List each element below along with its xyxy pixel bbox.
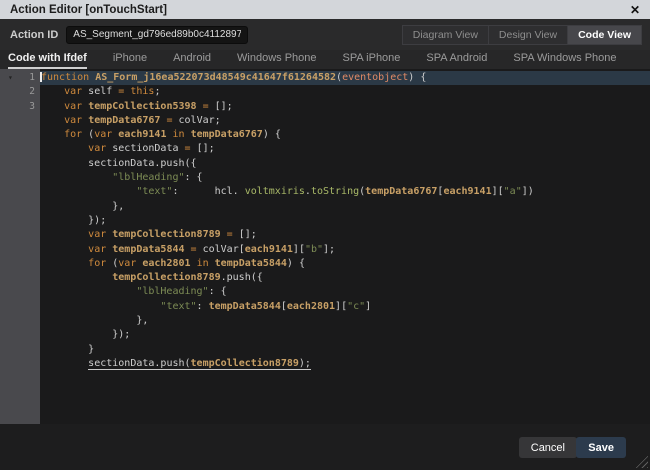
tab-spa-windows-phone[interactable]: SPA Windows Phone (513, 52, 616, 69)
gutter-line (0, 185, 40, 199)
gutter-line (0, 228, 40, 242)
code-line: var tempCollection8789 = []; (40, 228, 650, 242)
gutter-line (0, 300, 40, 314)
gutter-line (0, 128, 40, 142)
tab-iphone[interactable]: iPhone (113, 52, 147, 69)
resize-grip-icon[interactable] (634, 454, 648, 468)
code-line: }, (40, 200, 650, 214)
code-line: }); (40, 328, 650, 342)
code-line: }); (40, 214, 650, 228)
gutter-line (0, 243, 40, 257)
action-id-input[interactable] (66, 26, 248, 44)
line-number: 1 (29, 72, 35, 83)
code-line: function AS_Form_j16ea522073d48549c41647… (40, 71, 650, 85)
code-editor: ▾123 function AS_Form_j16ea522073d48549c… (0, 69, 650, 424)
editor-gutter: ▾123 (0, 69, 40, 424)
tab-code-with-ifdef[interactable]: Code with Ifdef (8, 52, 87, 69)
view-button-code-view[interactable]: Code View (568, 25, 642, 45)
gutter-line: ▾1 (0, 71, 40, 85)
code-line: tempCollection8789.push({ (40, 271, 650, 285)
dialog-title: Action Editor [onTouchStart] (10, 4, 167, 16)
cancel-button[interactable]: Cancel (519, 437, 577, 458)
close-icon[interactable]: ✕ (630, 4, 640, 16)
code-line: }, (40, 314, 650, 328)
gutter-line (0, 328, 40, 342)
view-button-diagram-view[interactable]: Diagram View (402, 25, 489, 45)
gutter-line: 3 (0, 100, 40, 114)
gutter-line (0, 171, 40, 185)
action-id-bar: Action ID Diagram ViewDesign ViewCode Vi… (0, 19, 650, 50)
code-line: var tempData6767 = colVar; (40, 114, 650, 128)
code-line: for (var each2801 in tempData5844) { (40, 257, 650, 271)
save-button[interactable]: Save (576, 437, 626, 458)
action-id-label: Action ID (10, 29, 58, 41)
gutter-line (0, 314, 40, 328)
editor-code-area[interactable]: function AS_Form_j16ea522073d48549c41647… (40, 69, 650, 424)
gutter-line (0, 114, 40, 128)
gutter-line (0, 142, 40, 156)
code-line: "lblHeading": { (40, 285, 650, 299)
tab-windows-phone[interactable]: Windows Phone (237, 52, 317, 69)
gutter-line (0, 257, 40, 271)
tab-android[interactable]: Android (173, 52, 211, 69)
code-line: "text": tempData5844[each2801]["c"] (40, 300, 650, 314)
line-number: 2 (29, 86, 35, 97)
action-editor-dialog: Action Editor [onTouchStart] ✕ Action ID… (0, 0, 650, 470)
code-line: var tempData5844 = colVar[each9141]["b"]… (40, 243, 650, 257)
code-line: var sectionData = []; (40, 142, 650, 156)
view-switcher: Diagram ViewDesign ViewCode View (402, 25, 642, 45)
platform-tabs: Code with Ifdef iPhone Android Windows Phon… (0, 50, 650, 69)
code-line: "text": hcl. voltmxiris.toString(tempDat… (40, 185, 650, 199)
gutter-line (0, 200, 40, 214)
code-line: var self = this; (40, 85, 650, 99)
dialog-titlebar: Action Editor [onTouchStart] ✕ (0, 0, 650, 19)
view-button-design-view[interactable]: Design View (489, 25, 568, 45)
tab-spa-iphone[interactable]: SPA iPhone (343, 52, 401, 69)
code-line: for (var each9141 in tempData6767) { (40, 128, 650, 142)
fold-arrow-icon[interactable]: ▾ (8, 71, 13, 85)
gutter-line (0, 357, 40, 371)
tab-spa-android[interactable]: SPA Android (426, 52, 487, 69)
line-number: 3 (29, 101, 35, 112)
code-line: sectionData.push({ (40, 157, 650, 171)
code-line: sectionData.push(tempCollection8789); (40, 357, 650, 371)
code-line: var tempCollection5398 = []; (40, 100, 650, 114)
gutter-line (0, 214, 40, 228)
gutter-line (0, 157, 40, 171)
code-line: "lblHeading": { (40, 171, 650, 185)
gutter-line: 2 (0, 85, 40, 99)
gutter-line (0, 343, 40, 357)
gutter-line (0, 285, 40, 299)
code-line: } (40, 343, 650, 357)
dialog-footer: Cancel Save (0, 424, 650, 470)
gutter-line (0, 271, 40, 285)
